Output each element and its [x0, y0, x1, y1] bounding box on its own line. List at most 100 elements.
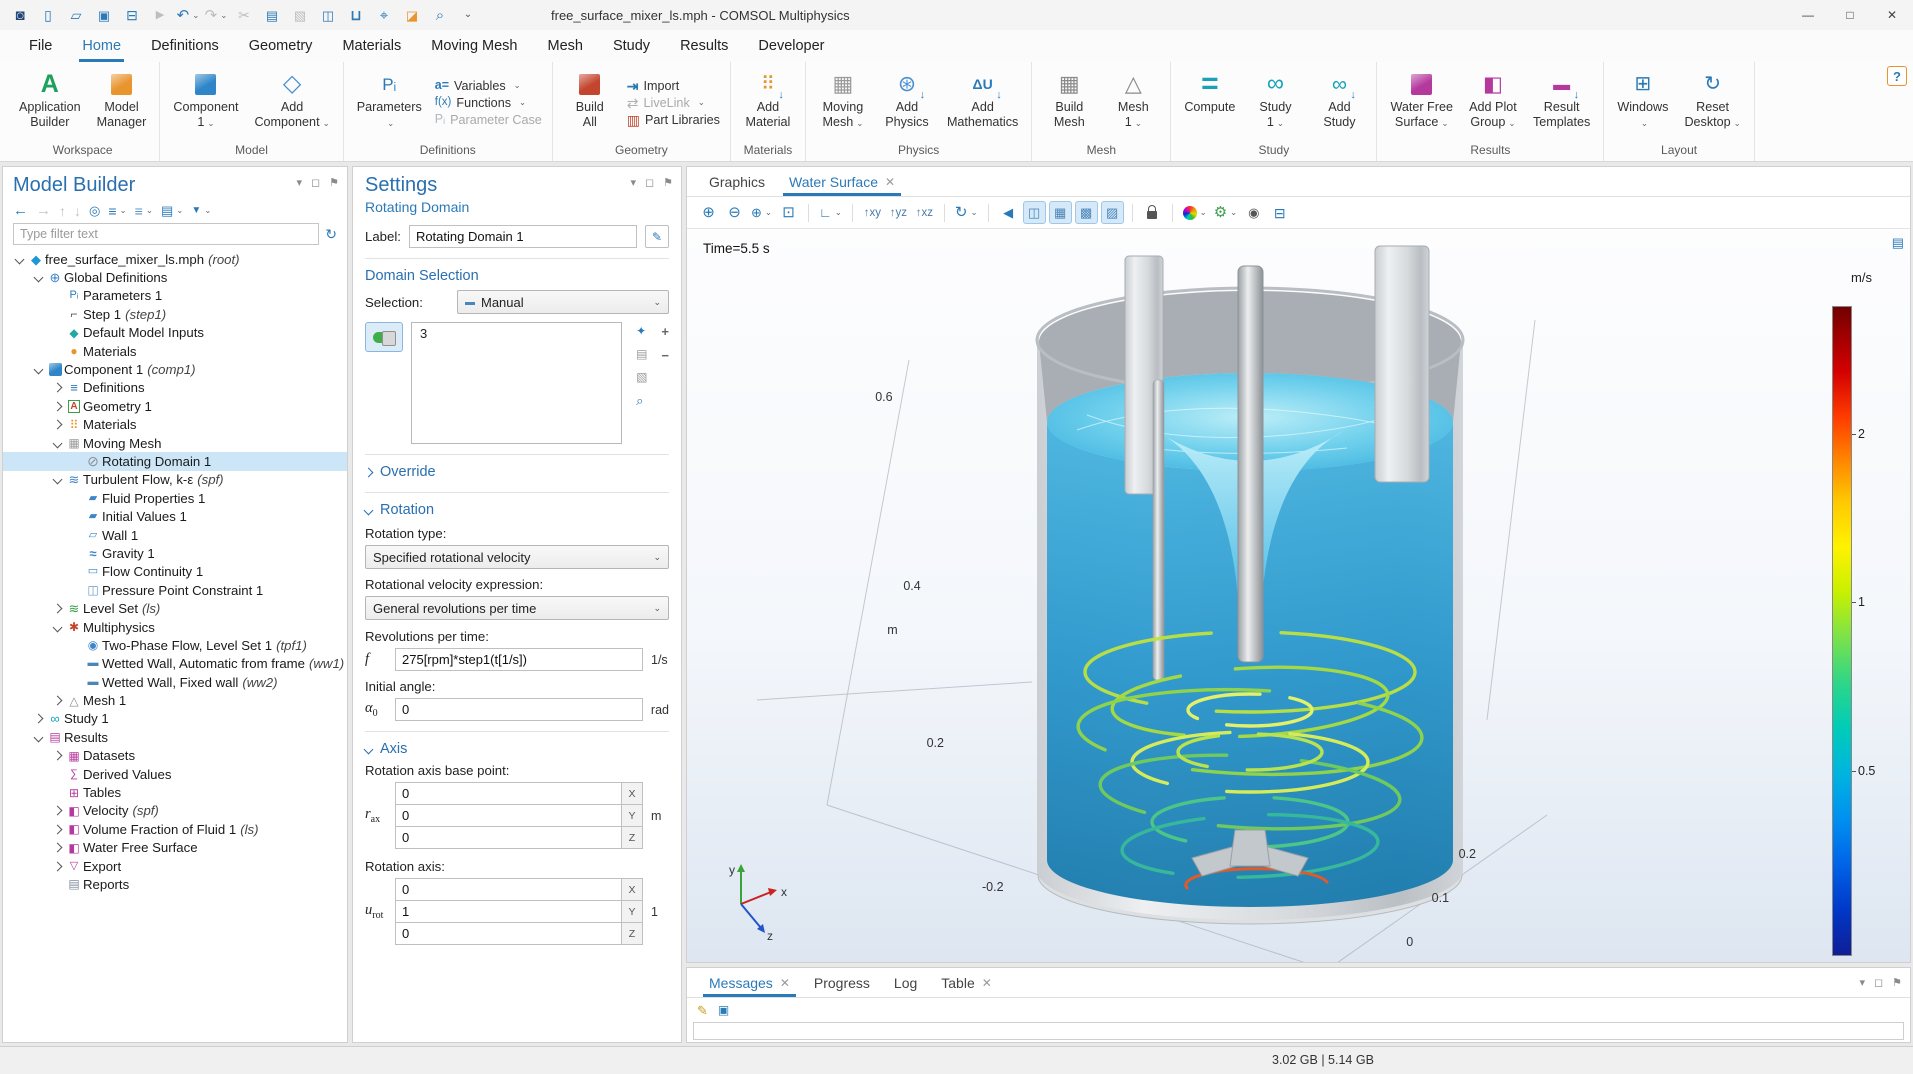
add-mathematics-button[interactable]: ΔU↓AddMathematics	[940, 64, 1025, 141]
selected-domain-item[interactable]: 3	[420, 326, 613, 341]
close-tab-icon[interactable]: ✕	[982, 976, 992, 990]
tree-node-velocity[interactable]: ◧Velocity(spf)	[3, 802, 347, 820]
tree-node-free-surface-mixer-ls-mph[interactable]: ◆free_surface_mixer_ls.mph(root)	[3, 250, 347, 268]
panel-collapse-icon[interactable]: ▾	[296, 176, 302, 189]
rotation-section-header[interactable]: Rotation	[365, 493, 669, 520]
livelink-button[interactable]: ⇄LiveLink⌄	[627, 96, 720, 110]
tree-node-results[interactable]: ▤Results	[3, 728, 347, 746]
collapse-all-button[interactable]: ≡⌄	[135, 204, 153, 218]
active-toggle-button[interactable]	[365, 322, 403, 352]
burn-button[interactable]: ◪	[400, 3, 424, 27]
scene-light-button[interactable]: ◀	[997, 201, 1020, 224]
display-button[interactable]: ▣	[718, 1004, 729, 1016]
moving-mesh-button[interactable]: ▦MovingMesh⌄	[812, 64, 874, 141]
vector-component-input[interactable]	[395, 922, 621, 945]
tree-node-two-phase-flow-level-set-1[interactable]: ◉Two-Phase Flow, Level Set 1(tpf1)	[3, 636, 347, 654]
ribbon-tab-moving-mesh[interactable]: Moving Mesh	[416, 30, 532, 62]
help-icon[interactable]: ?	[1887, 66, 1907, 86]
pen-button[interactable]: ✎	[697, 1004, 708, 1017]
panel-float-icon[interactable]: ◻	[1874, 976, 1883, 989]
tree-node-turbulent-flow-k[interactable]: ≋Turbulent Flow, k-ε(spf)	[3, 471, 347, 489]
equation-icon[interactable]: ✎	[645, 225, 669, 248]
study-button[interactable]: ∞Study1⌄	[1244, 64, 1306, 141]
expand-chevron-icon[interactable]	[52, 751, 62, 761]
messages-content[interactable]	[693, 1022, 1904, 1040]
expand-chevron-icon[interactable]	[52, 383, 62, 393]
tree-node-multiphysics[interactable]: ✱Multiphysics	[3, 618, 347, 636]
add-component-button[interactable]: ◇AddComponent⌄	[247, 64, 336, 141]
material-color-button[interactable]: ▩	[1075, 201, 1098, 224]
vector-component-input[interactable]	[395, 826, 621, 849]
tree-node-wall-1[interactable]: ▱Wall 1	[3, 526, 347, 544]
show-button[interactable]: ◎	[89, 204, 100, 217]
zoom-out-button[interactable]: ⊖	[723, 201, 746, 224]
forward-button[interactable]: →	[36, 203, 51, 218]
collapse-chevron-icon[interactable]	[33, 732, 43, 742]
add-selection-icon[interactable]: +	[661, 324, 669, 339]
find-button[interactable]: ⌕	[428, 3, 452, 27]
expand-all-button[interactable]: ≡⌄	[108, 204, 126, 218]
graphics-tab-graphics[interactable]: Graphics	[697, 167, 777, 196]
zoom-extents-button[interactable]: ⊡	[777, 201, 800, 224]
scene-settings-button[interactable]: ⚙⌄	[1212, 201, 1240, 224]
expand-chevron-icon[interactable]	[52, 861, 62, 871]
parameters-button[interactable]: PᵢParameters⌄	[350, 64, 429, 141]
undo-button[interactable]: ↶⌄	[176, 3, 200, 27]
minimize-button[interactable]: —	[1787, 0, 1829, 30]
redo-button[interactable]: ↷⌄	[204, 3, 228, 27]
back-button[interactable]: ←	[13, 203, 28, 218]
model-manager-button[interactable]: ModelManager	[90, 64, 154, 141]
run-button[interactable]: ▶	[148, 3, 172, 27]
vector-component-input[interactable]	[395, 804, 621, 827]
snapshot-button[interactable]: ◉	[1242, 201, 1265, 224]
initial-angle-input[interactable]	[395, 698, 643, 721]
view-xz-button[interactable]: ↑xz	[913, 201, 936, 224]
paste-selection-icon[interactable]: ▧	[636, 370, 647, 384]
maximize-button[interactable]: □	[1829, 0, 1871, 30]
result-templates-button[interactable]: ▬↓ResultTemplates	[1526, 64, 1597, 141]
panel-float-icon[interactable]: ◻	[645, 176, 654, 189]
water-free-surface-button[interactable]: Water FreeSurface⌄	[1383, 64, 1460, 141]
tree-node-level-set[interactable]: ≋Level Set(ls)	[3, 599, 347, 617]
collapse-chevron-icon[interactable]	[52, 622, 62, 632]
add-material-button[interactable]: ⠿↓AddMaterial	[737, 64, 799, 141]
tree-node-wetted-wall-automatic-from-frame[interactable]: ▬Wetted Wall, Automatic from frame(ww1)	[3, 655, 347, 673]
tree-node-pressure-point-constraint-1[interactable]: ◫Pressure Point Constraint 1	[3, 581, 347, 599]
move-down-button[interactable]: ↓	[74, 204, 81, 218]
ribbon-tab-home[interactable]: Home	[67, 30, 136, 62]
collapse-chevron-icon[interactable]	[33, 365, 43, 375]
ribbon-tab-materials[interactable]: Materials	[327, 30, 416, 62]
tree-node-fluid-properties-1[interactable]: ▰Fluid Properties 1	[3, 489, 347, 507]
label-input[interactable]	[409, 225, 637, 248]
collapse-chevron-icon[interactable]	[52, 475, 62, 485]
paste-button[interactable]: ▧	[288, 3, 312, 27]
tree-node-export[interactable]: ▽Export	[3, 857, 347, 875]
close-tab-icon[interactable]: ✕	[780, 976, 790, 990]
domain-selection-header[interactable]: Domain Selection	[365, 259, 669, 286]
default-view-button[interactable]: ∟⌄	[817, 201, 844, 224]
tree-node-datasets[interactable]: ▦Datasets	[3, 747, 347, 765]
print-button[interactable]: ⊟	[1268, 201, 1291, 224]
tree-node-flow-continuity-1[interactable]: ▭Flow Continuity 1	[3, 563, 347, 581]
move-up-button[interactable]: ↑	[59, 204, 66, 218]
domain-selection-list[interactable]: 3	[411, 322, 622, 444]
add-physics-button[interactable]: ⊛↓AddPhysics	[876, 64, 938, 141]
collapse-chevron-icon[interactable]	[33, 273, 43, 283]
expand-chevron-icon[interactable]	[52, 843, 62, 853]
expand-chevron-icon[interactable]	[52, 604, 62, 614]
panel-float-icon[interactable]: ◻	[311, 176, 320, 189]
selection-dropdown[interactable]: ▬ Manual ⌄	[457, 290, 669, 314]
tree-node-definitions[interactable]: ≡Definitions	[3, 379, 347, 397]
tree-node-global-definitions[interactable]: ⊕Global Definitions	[3, 268, 347, 286]
tree-node-study-1[interactable]: ∞Study 1	[3, 710, 347, 728]
build-all-button[interactable]: BuildAll	[559, 64, 621, 141]
view-yz-button[interactable]: ↑yz	[887, 201, 910, 224]
override-section-header[interactable]: Override	[365, 455, 669, 482]
lock-axis-button[interactable]	[1141, 201, 1164, 224]
copy-button[interactable]: ▤	[260, 3, 284, 27]
rve-dropdown[interactable]: General revolutions per time⌄	[365, 596, 669, 620]
zoom-in-button[interactable]: ⊕	[697, 201, 720, 224]
graphics-tab-water-surface[interactable]: Water Surface✕	[777, 167, 907, 196]
tree-node-derived-values[interactable]: ∑Derived Values	[3, 765, 347, 783]
vector-component-input[interactable]	[395, 878, 621, 901]
